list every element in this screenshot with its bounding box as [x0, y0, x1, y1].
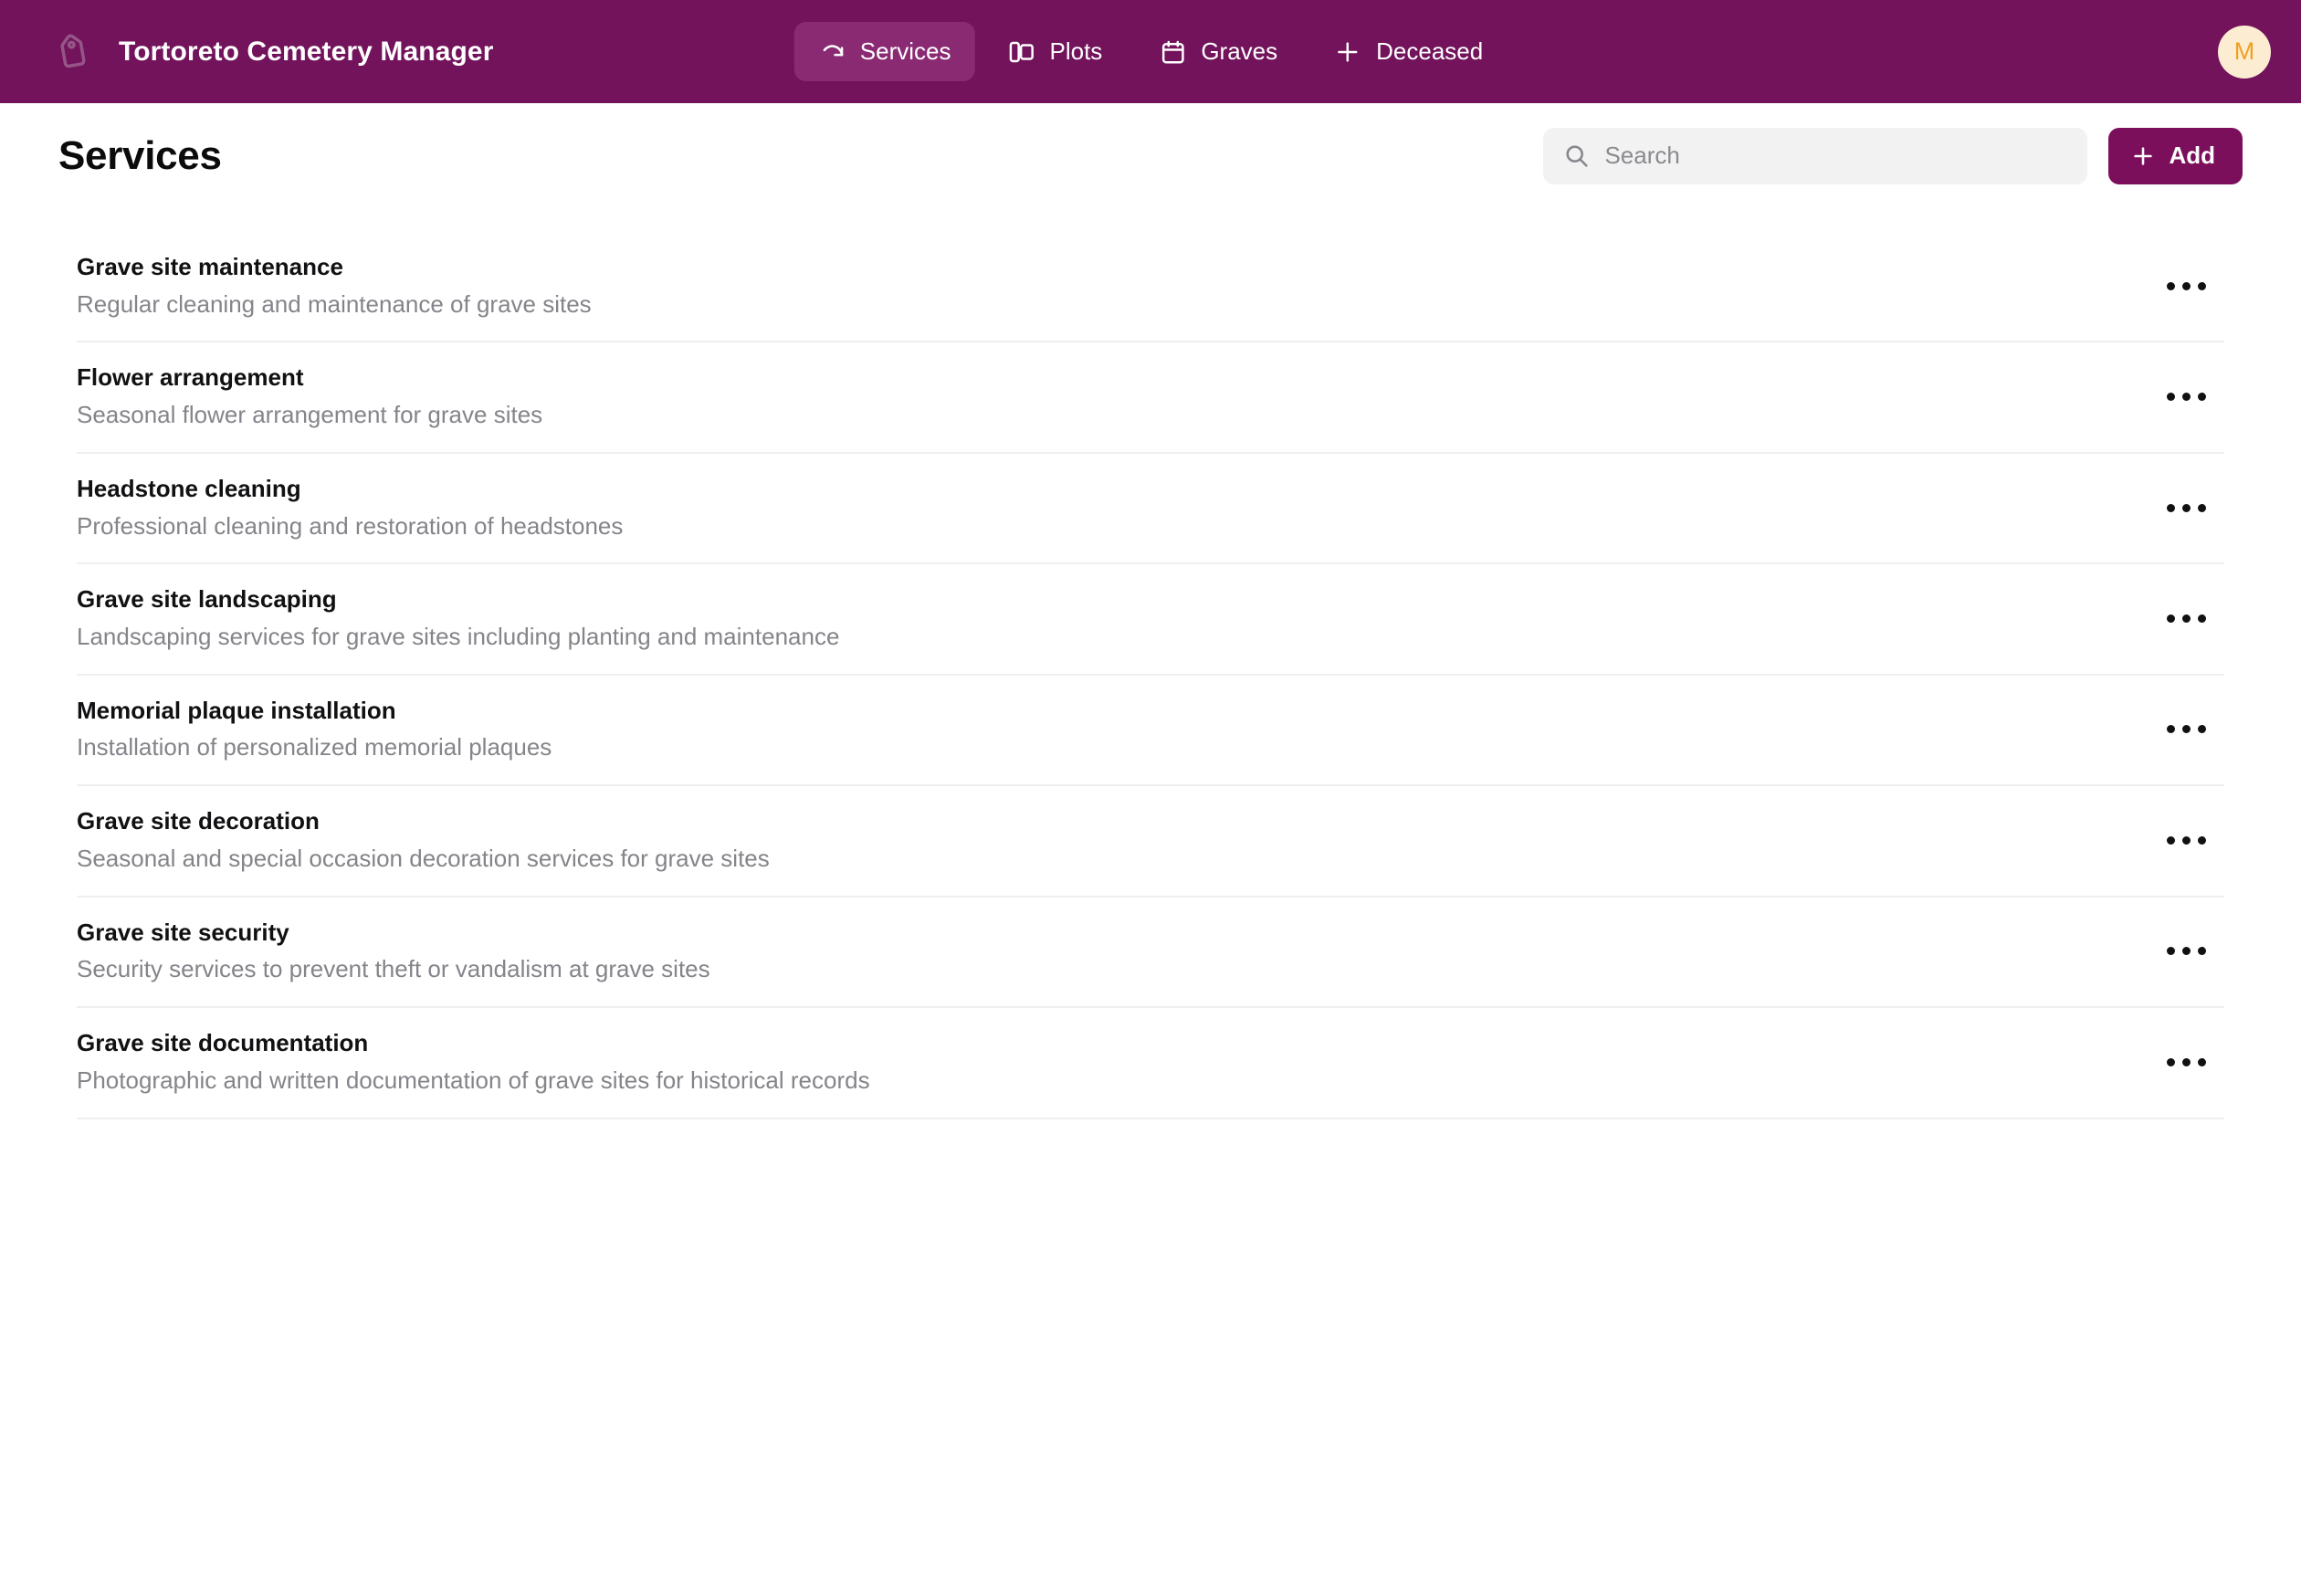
service-text: Memorial plaque installation Installatio… — [77, 697, 2157, 762]
table-row[interactable]: Grave site documentation Photographic an… — [77, 1008, 2224, 1119]
row-actions-button[interactable] — [2157, 811, 2215, 869]
service-text: Grave site maintenance Regular cleaning … — [77, 253, 2157, 319]
service-text: Grave site decoration Seasonal and speci… — [77, 807, 2157, 873]
service-description: Security services to prevent theft or va… — [77, 955, 710, 983]
table-row[interactable]: Grave site maintenance Regular cleaning … — [77, 232, 2224, 343]
ellipsis-icon-dot — [2181, 393, 2191, 402]
service-name: Grave site documentation — [77, 1029, 369, 1057]
table-row[interactable]: Headstone cleaning Professional cleaning… — [77, 454, 2224, 565]
row-actions-button[interactable] — [2157, 922, 2215, 981]
add-button[interactable]: Add — [2108, 127, 2243, 184]
nav-label-plots: Plots — [1049, 37, 1103, 65]
ellipsis-icon-dot — [2166, 835, 2175, 845]
avatar[interactable]: M — [2218, 25, 2271, 79]
redo-arrow-icon — [818, 38, 846, 66]
service-text: Flower arrangement Seasonal flower arran… — [77, 363, 2157, 429]
app-header: Tortoreto Cemetery Manager Services Plot… — [0, 0, 2301, 103]
nav-item-graves[interactable]: Graves — [1135, 22, 1301, 81]
ellipsis-icon-dot — [2166, 281, 2175, 290]
tag-icon — [55, 32, 95, 72]
page-title: Services — [58, 132, 222, 178]
table-row[interactable]: Grave site landscaping Landscaping servi… — [77, 564, 2224, 676]
table-row[interactable]: Flower arrangement Seasonal flower arran… — [77, 342, 2224, 454]
service-description: Regular cleaning and maintenance of grav… — [77, 289, 592, 318]
nav-item-services[interactable]: Services — [793, 22, 975, 81]
nav-item-deceased[interactable]: Deceased — [1310, 22, 1507, 81]
ellipsis-icon-dot — [2197, 393, 2206, 402]
ellipsis-icon-dot — [2197, 947, 2206, 956]
ellipsis-icon-dot — [2166, 1057, 2175, 1066]
ellipsis-icon-dot — [2197, 281, 2206, 290]
ellipsis-icon-dot — [2166, 725, 2175, 734]
service-description: Installation of personalized memorial pl… — [77, 733, 552, 761]
table-row[interactable]: Grave site decoration Seasonal and speci… — [77, 786, 2224, 898]
service-description: Landscaping services for grave sites inc… — [77, 623, 840, 651]
service-name: Grave site decoration — [77, 807, 320, 835]
nav-label-deceased: Deceased — [1376, 37, 1484, 65]
service-description: Photographic and written documentation o… — [77, 1066, 870, 1094]
row-actions-button[interactable] — [2157, 368, 2215, 426]
row-actions-button[interactable] — [2157, 590, 2215, 648]
app-title: Tortoreto Cemetery Manager — [119, 36, 494, 67]
service-name: Flower arrangement — [77, 363, 304, 392]
ellipsis-icon-dot — [2166, 947, 2175, 956]
search-input[interactable] — [1604, 142, 2068, 170]
service-text: Grave site landscaping Landscaping servi… — [77, 585, 2157, 651]
page-body: Services Add — [0, 103, 2301, 1119]
service-name: Memorial plaque installation — [77, 696, 396, 724]
page-header: Services Add — [58, 103, 2243, 208]
service-text: Headstone cleaning Professional cleaning… — [77, 475, 2157, 541]
ellipsis-icon-dot — [2197, 835, 2206, 845]
ellipsis-icon-dot — [2181, 281, 2191, 290]
add-button-label: Add — [2169, 142, 2215, 169]
service-name: Grave site landscaping — [77, 585, 337, 614]
nav-label-services: Services — [859, 37, 951, 65]
service-name: Headstone cleaning — [77, 474, 301, 502]
header-tools: Add — [1543, 127, 2243, 184]
ellipsis-icon-dot — [2181, 614, 2191, 624]
avatar-initial: M — [2233, 37, 2255, 65]
main-nav: Services Plots Graves Deceased — [793, 22, 1507, 81]
table-row[interactable]: Memorial plaque installation Installatio… — [77, 676, 2224, 787]
search-icon — [1563, 142, 1590, 169]
plus-icon — [1334, 38, 1361, 66]
search-box[interactable] — [1543, 127, 2088, 184]
ellipsis-icon-dot — [2181, 503, 2191, 512]
ellipsis-icon-dot — [2197, 725, 2206, 734]
ellipsis-icon-dot — [2181, 835, 2191, 845]
row-actions-button[interactable] — [2157, 478, 2215, 537]
service-text: Grave site documentation Photographic an… — [77, 1029, 2157, 1095]
panels-icon — [1008, 38, 1035, 66]
calendar-icon — [1159, 38, 1186, 66]
ellipsis-icon-dot — [2166, 503, 2175, 512]
ellipsis-icon-dot — [2197, 1057, 2206, 1066]
ellipsis-icon-dot — [2181, 1057, 2191, 1066]
ellipsis-icon-dot — [2166, 393, 2175, 402]
services-list: Grave site maintenance Regular cleaning … — [58, 232, 2243, 1119]
ellipsis-icon-dot — [2166, 614, 2175, 624]
ellipsis-icon-dot — [2181, 725, 2191, 734]
service-text: Grave site security Security services to… — [77, 919, 2157, 984]
service-description: Seasonal flower arrangement for grave si… — [77, 401, 543, 429]
row-actions-button[interactable] — [2157, 1033, 2215, 1091]
row-actions-button[interactable] — [2157, 257, 2215, 315]
ellipsis-icon-dot — [2181, 947, 2191, 956]
ellipsis-icon-dot — [2197, 503, 2206, 512]
ellipsis-icon-dot — [2197, 614, 2206, 624]
table-row[interactable]: Grave site security Security services to… — [77, 898, 2224, 1009]
service-description: Seasonal and special occasion decoration… — [77, 844, 770, 872]
nav-item-plots[interactable]: Plots — [984, 22, 1127, 81]
row-actions-button[interactable] — [2157, 700, 2215, 759]
plus-icon — [2130, 143, 2156, 169]
service-name: Grave site maintenance — [77, 253, 343, 280]
service-name: Grave site security — [77, 918, 289, 946]
nav-label-graves: Graves — [1201, 37, 1278, 65]
brand[interactable]: Tortoreto Cemetery Manager — [55, 32, 493, 72]
service-description: Professional cleaning and restoration of… — [77, 511, 624, 540]
